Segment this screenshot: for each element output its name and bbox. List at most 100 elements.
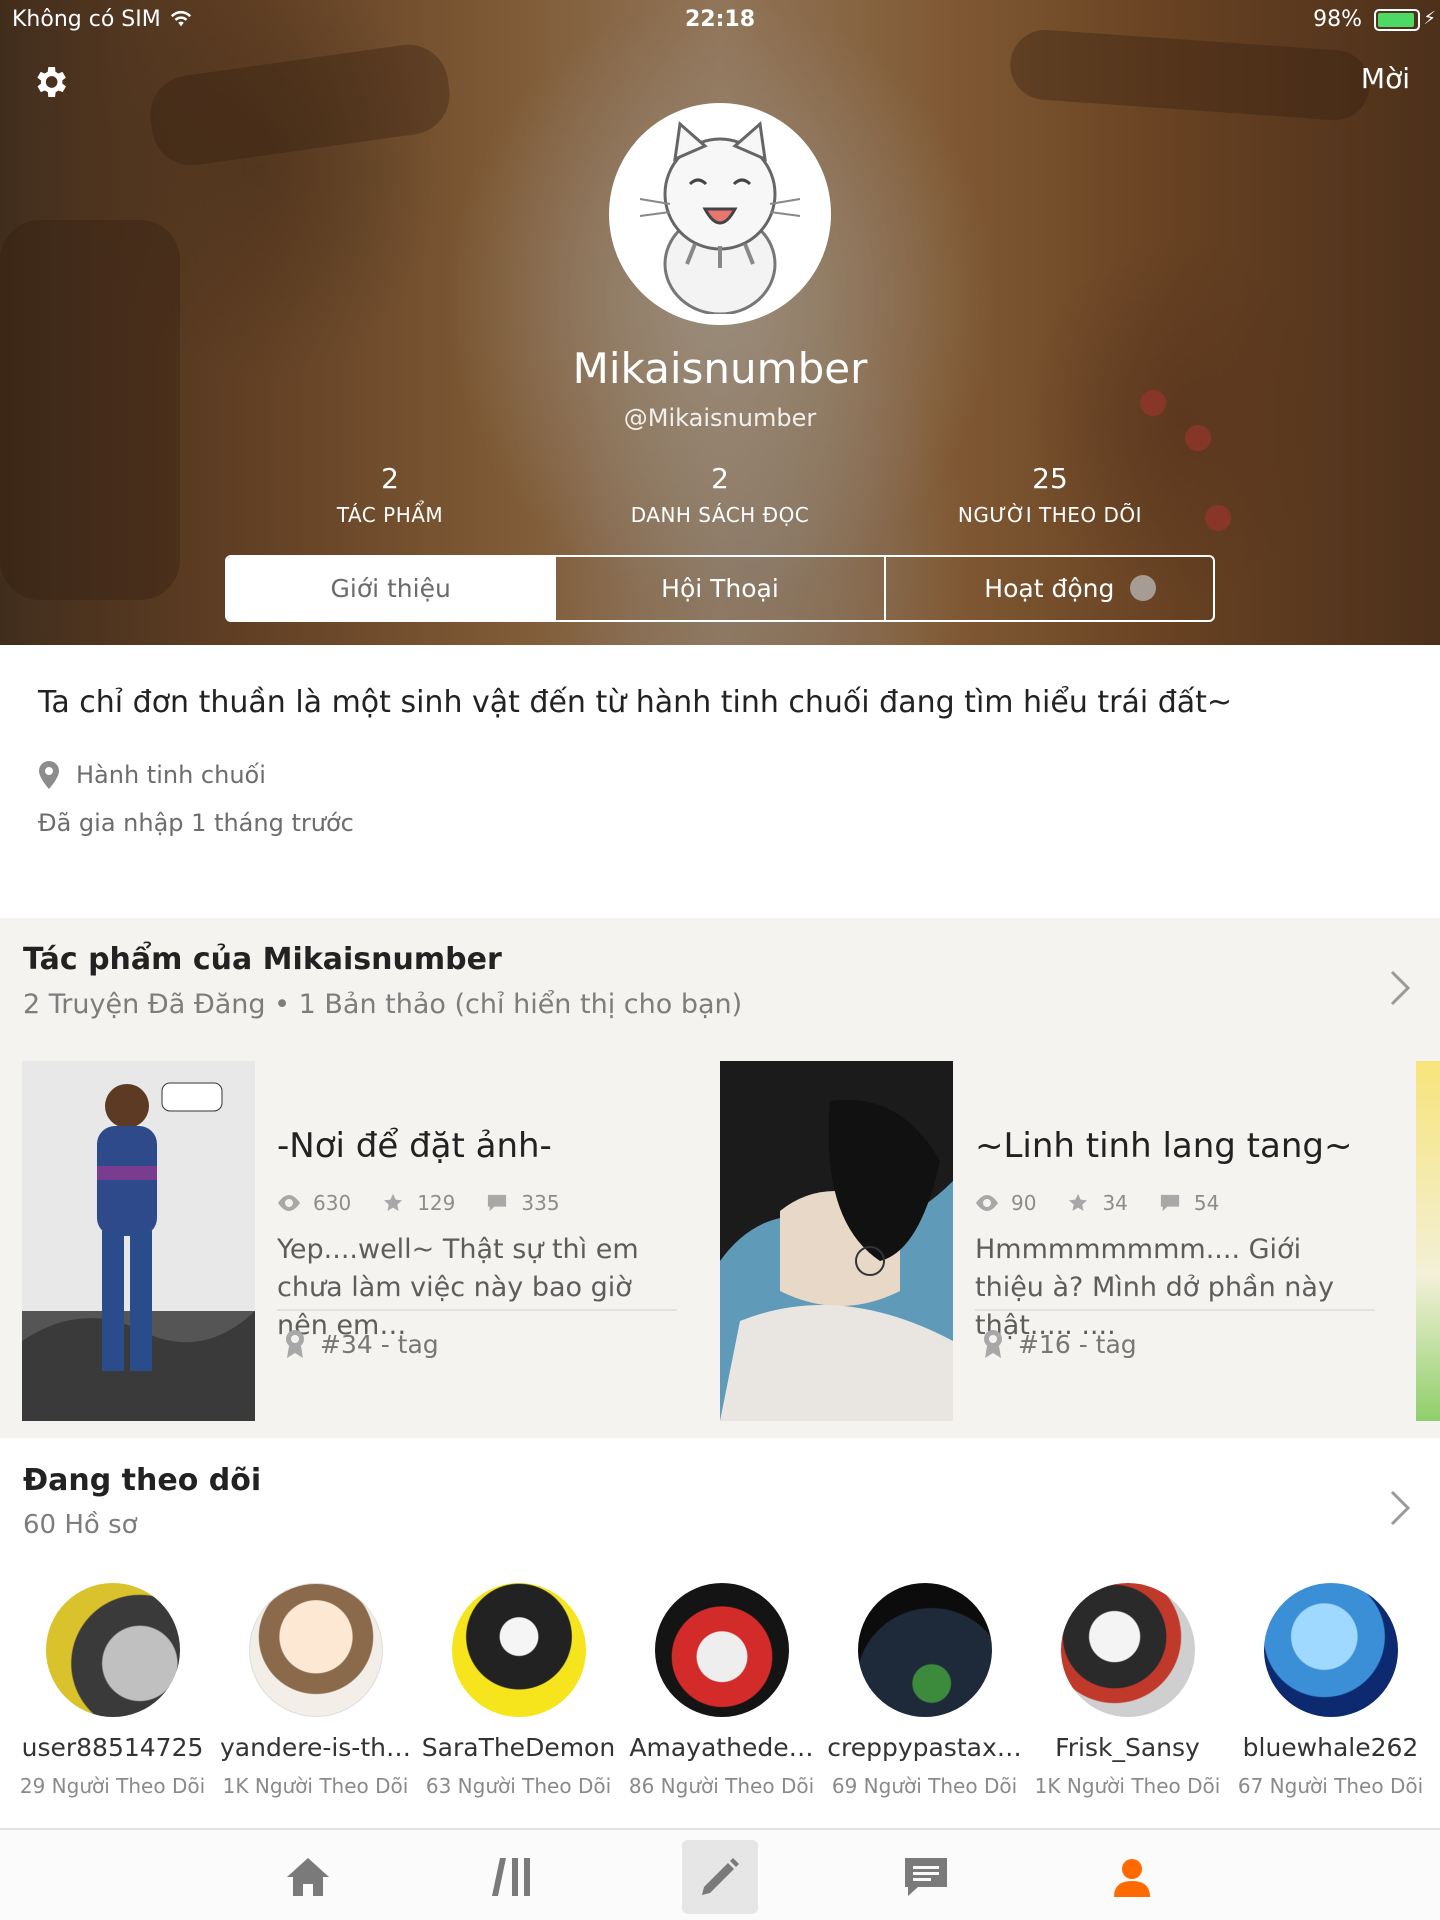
compose-icon xyxy=(702,1858,739,1895)
settings-button[interactable] xyxy=(28,60,72,104)
works-title: Tác phẩm của Mikaisnumber xyxy=(23,942,502,977)
about-section: Ta chỉ đơn thuần là một sinh vật đến từ … xyxy=(0,645,1440,918)
tab-conversations[interactable]: Hội Thoại xyxy=(554,557,883,620)
bottom-nav xyxy=(0,1828,1440,1920)
follower-count: 29 Người Theo Dõi xyxy=(19,1774,206,1798)
story-stats: 630 129 335 xyxy=(277,1191,590,1215)
avatar[interactable] xyxy=(654,1583,789,1717)
profile-icon xyxy=(1114,1859,1150,1897)
story-rank-tag[interactable]: #16 - tag xyxy=(982,1329,1137,1359)
star-icon xyxy=(1069,1193,1088,1211)
story-cover[interactable] xyxy=(720,1061,953,1421)
followed-profile[interactable]: user88514725 29 Người Theo Dõi xyxy=(11,1583,214,1798)
divider xyxy=(277,1309,677,1311)
story-cover[interactable] xyxy=(22,1061,255,1421)
nav-write[interactable] xyxy=(682,1840,758,1914)
battery-icon xyxy=(1374,9,1420,31)
follower-count: 1K Người Theo Dõi xyxy=(1034,1774,1221,1798)
profile-handle: @Mikaisnumber xyxy=(623,404,817,432)
votes-count: 129 xyxy=(417,1191,456,1215)
story-stats: 90 34 54 xyxy=(975,1191,1249,1215)
join-date: Đã gia nhập 1 tháng trước xyxy=(38,809,354,837)
stat-followers[interactable]: 25 NGƯỜI THEO DÕI xyxy=(900,462,1200,527)
votes-count: 34 xyxy=(1102,1191,1128,1215)
profile-name[interactable]: user88514725 xyxy=(11,1733,214,1762)
profile-name[interactable]: SaraTheDemon xyxy=(417,1733,620,1762)
profile-bio: Ta chỉ đơn thuần là một sinh vật đến từ … xyxy=(38,685,1233,720)
story-card[interactable]: -Nơi để đặt ảnh- 630 129 335 Yep....well… xyxy=(22,1061,702,1421)
avatar[interactable] xyxy=(857,1583,992,1717)
nav-library[interactable] xyxy=(475,1840,551,1914)
followed-profile[interactable]: bluewhale262 67 Người Theo Dõi xyxy=(1229,1583,1432,1798)
nav-profile[interactable] xyxy=(1094,1840,1170,1914)
stat-label: NGƯỜI THEO DÕI xyxy=(957,503,1143,527)
profile-avatar[interactable] xyxy=(609,103,831,325)
comments-count: 335 xyxy=(521,1191,560,1215)
followed-profile[interactable]: creppypastax… 69 Người Theo Dõi xyxy=(823,1583,1026,1798)
following-section: Đang theo dõi 60 Hồ sơ user88514725 29 N… xyxy=(0,1438,1440,1828)
followed-profile[interactable]: Amayathede… 86 Người Theo Dõi xyxy=(620,1583,823,1798)
avatar[interactable] xyxy=(248,1583,383,1717)
following-subtitle: 60 Hồ sơ xyxy=(23,1510,138,1540)
followed-profile[interactable]: yandere-is-th… 1K Người Theo Dõi xyxy=(214,1583,417,1798)
chevron-right-icon[interactable] xyxy=(1384,1488,1414,1528)
followed-profile[interactable]: SaraTheDemon 63 Người Theo Dõi xyxy=(417,1583,620,1798)
reads-count: 90 xyxy=(1011,1191,1037,1215)
avatar[interactable] xyxy=(1060,1583,1195,1717)
eye-icon xyxy=(278,1195,300,1211)
stat-label: TÁC PHẨM xyxy=(336,503,444,527)
profile-name[interactable]: bluewhale262 xyxy=(1229,1733,1432,1762)
profile-header: Không có SIM 22:18 98% ⚡ Mời Mikaisnumbe… xyxy=(0,0,1440,645)
profile-name[interactable]: creppypastax… xyxy=(823,1733,1026,1762)
chevron-right-icon[interactable] xyxy=(1384,968,1414,1008)
story-cover-image xyxy=(22,1061,255,1421)
story-description: Hmmmmmmmm.... Giới thiệu à? Mình dở phần… xyxy=(975,1234,1334,1341)
gear-icon xyxy=(37,67,66,97)
comments-count: 54 xyxy=(1193,1191,1220,1215)
avatar[interactable] xyxy=(1263,1583,1398,1717)
library-icon xyxy=(492,1858,530,1896)
tab-about[interactable]: Giới thiệu xyxy=(227,557,555,620)
nav-messages[interactable] xyxy=(888,1840,964,1914)
star-icon xyxy=(384,1193,403,1211)
ribbon-icon xyxy=(286,1330,304,1358)
clock: 22:18 xyxy=(684,7,756,32)
profile-name[interactable]: Amayathede… xyxy=(620,1733,823,1762)
story-cover-image xyxy=(720,1061,953,1421)
avatar[interactable] xyxy=(45,1583,180,1717)
stat-works[interactable]: 2 TÁC PHẨM xyxy=(240,462,540,527)
story-title[interactable]: ~Linh tinh lang tang~ xyxy=(975,1126,1352,1166)
profile-username: Mikaisnumber xyxy=(572,344,868,393)
eye-icon xyxy=(976,1195,998,1211)
follower-count: 67 Người Theo Dõi xyxy=(1237,1774,1424,1798)
avatar[interactable] xyxy=(451,1583,586,1717)
profile-name[interactable]: yandere-is-th… xyxy=(214,1733,417,1762)
invite-button[interactable]: Mời xyxy=(1361,62,1410,95)
story-card[interactable]: ~Linh tinh lang tang~ 90 34 54 Hmmmmmmmm… xyxy=(720,1061,1400,1421)
followed-profile[interactable]: Frisk_Sansy 1K Người Theo Dõi xyxy=(1026,1583,1229,1798)
reads-count: 630 xyxy=(313,1191,352,1215)
stat-value: 25 xyxy=(1032,462,1068,495)
rank-tag-label: #16 - tag xyxy=(1018,1329,1137,1359)
story-title[interactable]: -Nơi để đặt ảnh- xyxy=(277,1126,552,1166)
messages-icon xyxy=(905,1858,947,1896)
tab-activity[interactable]: Hoạt động xyxy=(883,557,1213,620)
stat-reading-lists[interactable]: 2 DANH SÁCH ĐỌC xyxy=(570,462,870,527)
follower-count: 86 Người Theo Dõi xyxy=(628,1774,815,1798)
following-title: Đang theo dõi xyxy=(23,1463,262,1498)
story-rank-tag[interactable]: #34 - tag xyxy=(284,1329,439,1359)
nav-home[interactable] xyxy=(270,1840,346,1914)
charging-icon: ⚡ xyxy=(1423,8,1436,29)
divider xyxy=(975,1309,1375,1311)
story-cover-partial[interactable] xyxy=(1416,1061,1440,1421)
comment-icon xyxy=(1160,1194,1179,1212)
comment-icon xyxy=(488,1194,507,1212)
profile-name[interactable]: Frisk_Sansy xyxy=(1026,1733,1229,1762)
follower-count: 1K Người Theo Dõi xyxy=(222,1774,409,1798)
works-section: Tác phẩm của Mikaisnumber 2 Truyện Đã Đă… xyxy=(0,918,1440,1438)
follower-count: 69 Người Theo Dõi xyxy=(831,1774,1018,1798)
stat-label: DANH SÁCH ĐỌC xyxy=(630,503,810,527)
works-subtitle: 2 Truyện Đã Đăng • 1 Bản thảo (chỉ hiển … xyxy=(23,989,743,1020)
story-description: Yep....well~ Thật sự thì em chưa làm việ… xyxy=(277,1234,639,1341)
follower-count: 63 Người Theo Dõi xyxy=(425,1774,612,1798)
